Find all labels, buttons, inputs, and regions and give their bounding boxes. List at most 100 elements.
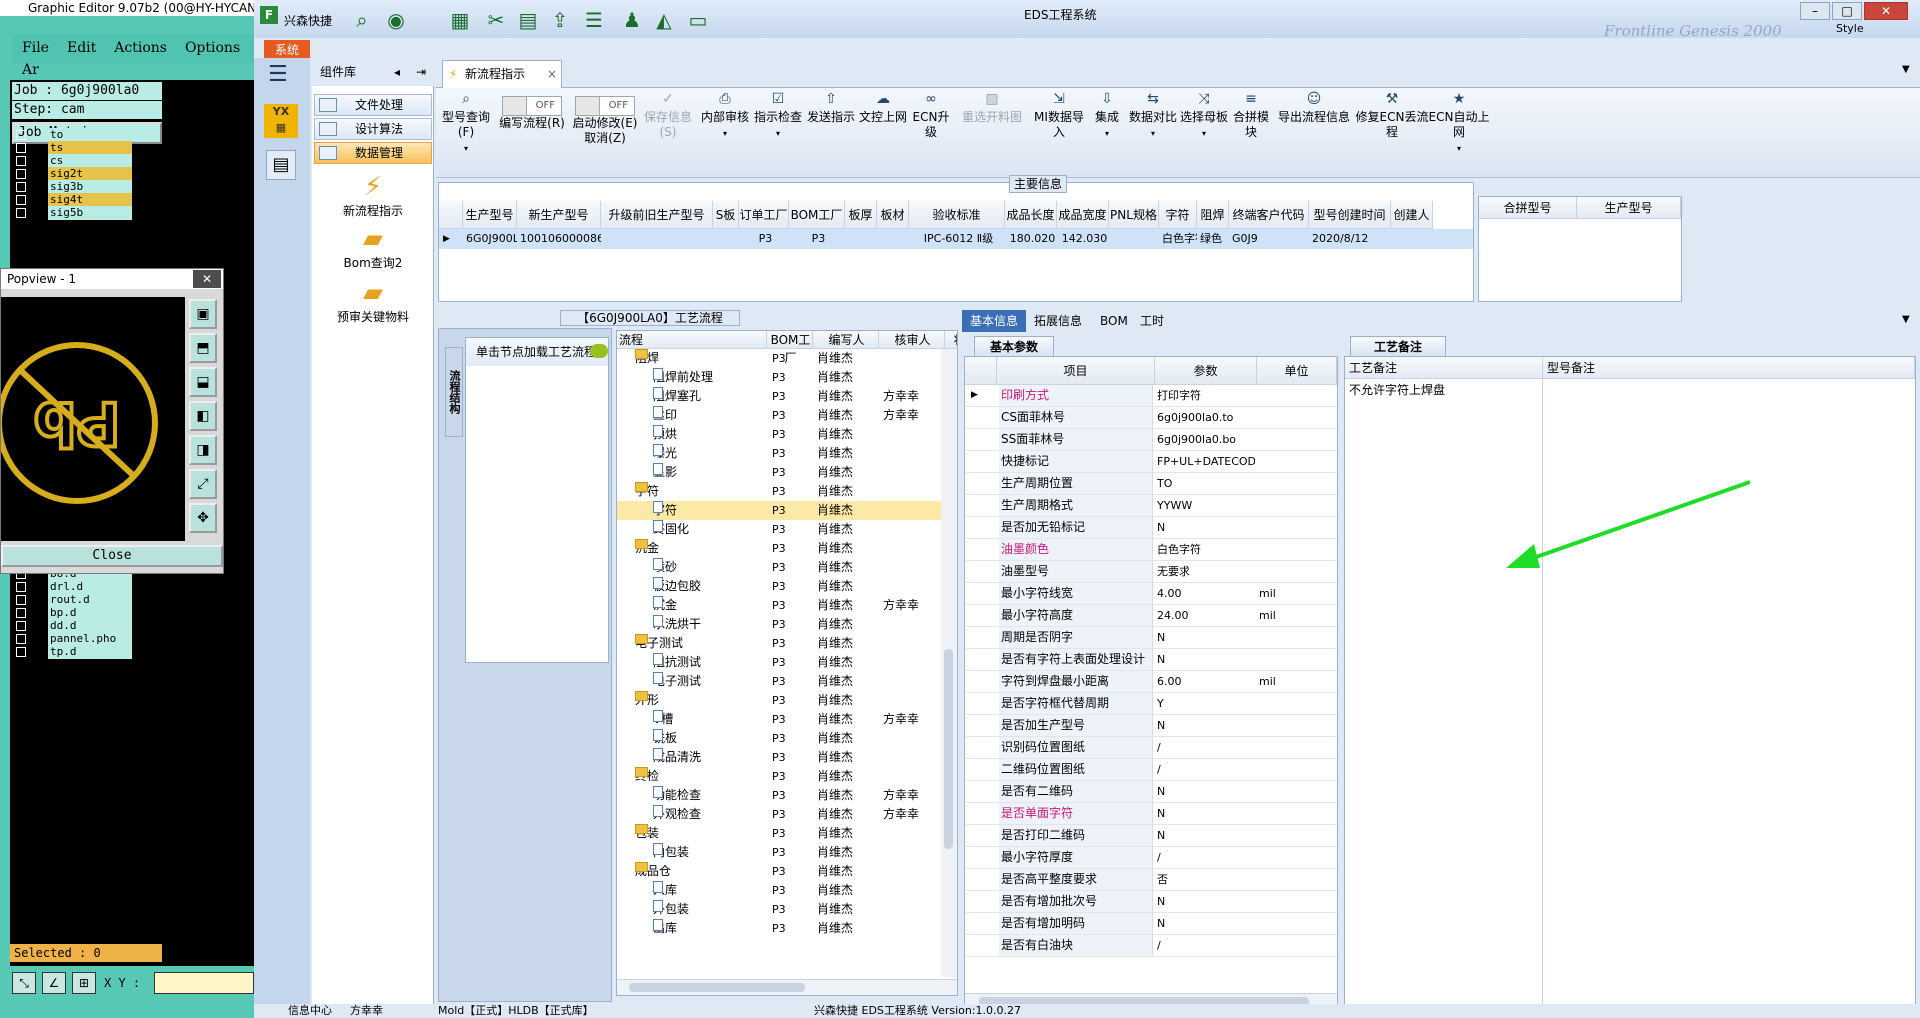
annotation-arrow-icon <box>1506 480 1751 568</box>
window-icon <box>319 122 337 136</box>
nav-big-label: 预审关键物料 <box>336 310 409 324</box>
popview-title: Popview - 1 <box>7 272 76 286</box>
layer-name: sig3b <box>48 180 132 194</box>
layer-checkbox[interactable] <box>16 195 26 205</box>
main-workspace: ⚡ 新流程指示 × ▼ ⌕ 型号查询(F) ▾ OFF 编写流程(R) OFF 启动修改(E… <box>436 58 1920 1018</box>
qt-user-icon[interactable]: ♟ <box>618 6 646 34</box>
layer-name: bp.d <box>48 606 132 620</box>
layer-checkbox[interactable] <box>16 169 26 179</box>
folder-open-icon: ▰ <box>363 278 383 308</box>
layer-checkbox[interactable] <box>16 634 26 644</box>
pv-tool-5-icon[interactable]: ◨ <box>189 435 217 465</box>
eds-title-bar: F 兴森快捷 ⌕ ◉ ▦ ✂ ▤ ⇪ ☰ ♟ ◭ ▭ EDS工程系统 – □ ✕… <box>254 0 1920 40</box>
layer-row[interactable]: sig4t <box>12 193 132 207</box>
layer-row[interactable]: cs <box>12 154 132 168</box>
qt-monitor-icon[interactable]: ▭ <box>684 6 712 34</box>
qt-globe-icon[interactable]: ◉ <box>382 6 410 34</box>
ge-menu-file[interactable]: File <box>12 34 57 56</box>
layer-checkbox[interactable] <box>16 647 26 657</box>
status-user: 方幸幸 <box>350 1004 383 1017</box>
layer-checkbox[interactable] <box>16 621 26 631</box>
qt-table-icon[interactable]: ▦ <box>446 6 474 34</box>
status-db: Mold【正式】HLDB【正式库】 <box>438 1004 594 1017</box>
yx-logo-icon[interactable]: YX ▦ <box>264 104 298 138</box>
layer-checkbox[interactable] <box>16 143 26 153</box>
calculator-icon[interactable]: ▤ <box>266 150 296 180</box>
popview-window: Popview - 1 ✕ Pb ▣ ⬒ ⬓ ◧ ◨ ⤢ ✥ Close <box>0 268 224 574</box>
component-library-header: 组件库 ◂ ⇥ <box>312 58 434 86</box>
nav-back-icon[interactable]: ◂ <box>394 58 400 86</box>
layer-row[interactable]: rout.d <box>12 593 132 607</box>
minimize-button[interactable]: – <box>1800 2 1830 20</box>
ge-menu-options[interactable]: Options <box>175 34 248 56</box>
layer-row[interactable]: bp.d <box>12 606 132 620</box>
nav-item-data-management[interactable]: 数据管理 <box>314 142 432 164</box>
ge-selected-count: Selected : 0 <box>10 944 162 962</box>
pv-tool-1-icon[interactable]: ▣ <box>189 299 217 329</box>
pb-free-symbol-icon: Pb <box>0 342 158 504</box>
layer-row[interactable]: dd.d <box>12 619 132 633</box>
ge-menu-actions[interactable]: Actions <box>104 34 175 56</box>
nav-item-design-algorithm[interactable]: 设计算法 <box>314 118 432 140</box>
layer-checkbox[interactable] <box>16 582 26 592</box>
ge-menubar: File Edit Actions Options Ar <box>12 34 260 78</box>
component-library-panel: 组件库 ◂ ⇥ 文件处理 设计算法 数据管理 ⚡ 新流程指示 ▰ Bom查询2 ▰ 预… <box>312 58 434 1018</box>
pv-tool-4-icon[interactable]: ◧ <box>189 401 217 431</box>
layer-row[interactable]: to <box>12 128 132 142</box>
nav-bom-query[interactable]: ▰ Bom查询2 <box>312 224 434 271</box>
eds-window: F 兴森快捷 ⌕ ◉ ▦ ✂ ▤ ⇪ ☰ ♟ ◭ ▭ EDS工程系统 – □ ✕… <box>254 0 1920 1018</box>
style-label[interactable]: Style <box>1836 22 1864 35</box>
hamburger-menu-icon[interactable]: ☰ <box>268 64 298 88</box>
layer-row[interactable]: tp.d <box>12 645 132 659</box>
pv-tool-7-icon[interactable]: ✥ <box>189 503 217 533</box>
layer-row[interactable]: sig3b <box>12 180 132 194</box>
layer-row[interactable]: drl.d <box>12 580 132 594</box>
window-icon <box>319 98 337 112</box>
pv-tool-3-icon[interactable]: ⬓ <box>189 367 217 397</box>
layer-checkbox[interactable] <box>16 608 26 618</box>
window-close-button[interactable]: ✕ <box>1864 2 1908 20</box>
layer-row[interactable]: pannel.pho <box>12 632 132 646</box>
ge-xy-input[interactable] <box>154 972 254 994</box>
qt-scissors-icon[interactable]: ✂ <box>482 6 510 34</box>
qt-film-icon[interactable]: ▤ <box>514 6 542 34</box>
nav-pin-icon[interactable]: ⇥ <box>416 58 426 86</box>
ge-tool-measure-icon[interactable]: ∠ <box>42 972 66 994</box>
status-info-center[interactable]: 信息中心 <box>288 1004 332 1018</box>
popview-close-icon[interactable]: ✕ <box>193 270 221 288</box>
ge-menu-edit[interactable]: Edit <box>57 34 104 56</box>
window-icon <box>319 146 337 160</box>
ge-tool-zoom-icon[interactable]: ⤡ <box>12 972 36 994</box>
qt-search-icon[interactable]: ⌕ <box>348 6 376 34</box>
frontline-watermark: Frontline Genesis 2000 <box>1604 22 1782 40</box>
pv-tool-6-icon[interactable]: ⤢ <box>189 469 217 499</box>
layer-checkbox[interactable] <box>16 208 26 218</box>
pv-tool-2-icon[interactable]: ⬒ <box>189 333 217 363</box>
nav-new-process[interactable]: ⚡ 新流程指示 <box>312 172 434 219</box>
qt-share-icon[interactable]: ⇪ <box>546 6 574 34</box>
qt-list-icon[interactable]: ☰ <box>580 6 608 34</box>
ge-tool-grid-icon[interactable]: ⊞ <box>72 972 96 994</box>
qt-chart-icon[interactable]: ◭ <box>650 6 678 34</box>
layer-row[interactable]: sig5b <box>12 206 132 220</box>
layer-checkbox[interactable] <box>16 182 26 192</box>
maximize-button[interactable]: □ <box>1832 2 1862 20</box>
layer-name: dd.d <box>48 619 132 633</box>
layer-checkbox[interactable] <box>16 130 26 140</box>
layer-name: drl.d <box>48 580 132 594</box>
layer-row[interactable]: sig2t <box>12 167 132 181</box>
status-version: 兴森快捷 EDS工程系统 Version:1.0.0.27 <box>814 1004 1022 1017</box>
ge-menu-more[interactable]: Ar <box>12 56 47 78</box>
layer-name: pannel.pho <box>48 632 132 646</box>
nav-prereview-material[interactable]: ▰ 预审关键物料 <box>312 278 434 325</box>
system-menu-tab[interactable]: 系统 <box>264 40 310 60</box>
layer-checkbox[interactable] <box>16 156 26 166</box>
popview-close-button[interactable]: Close <box>1 545 223 567</box>
nav-item-file-processing[interactable]: 文件处理 <box>314 94 432 116</box>
left-icon-strip: ☰ YX ▦ ▤ <box>254 58 310 1018</box>
ge-bottom-bar: ⤡ ∠ ⊞ X Y : <box>0 966 260 1018</box>
layer-checkbox[interactable] <box>16 595 26 605</box>
nav-big-label: Bom查询2 <box>343 256 403 270</box>
layer-name: rout.d <box>48 593 132 607</box>
layer-row[interactable]: ts <box>12 141 132 155</box>
